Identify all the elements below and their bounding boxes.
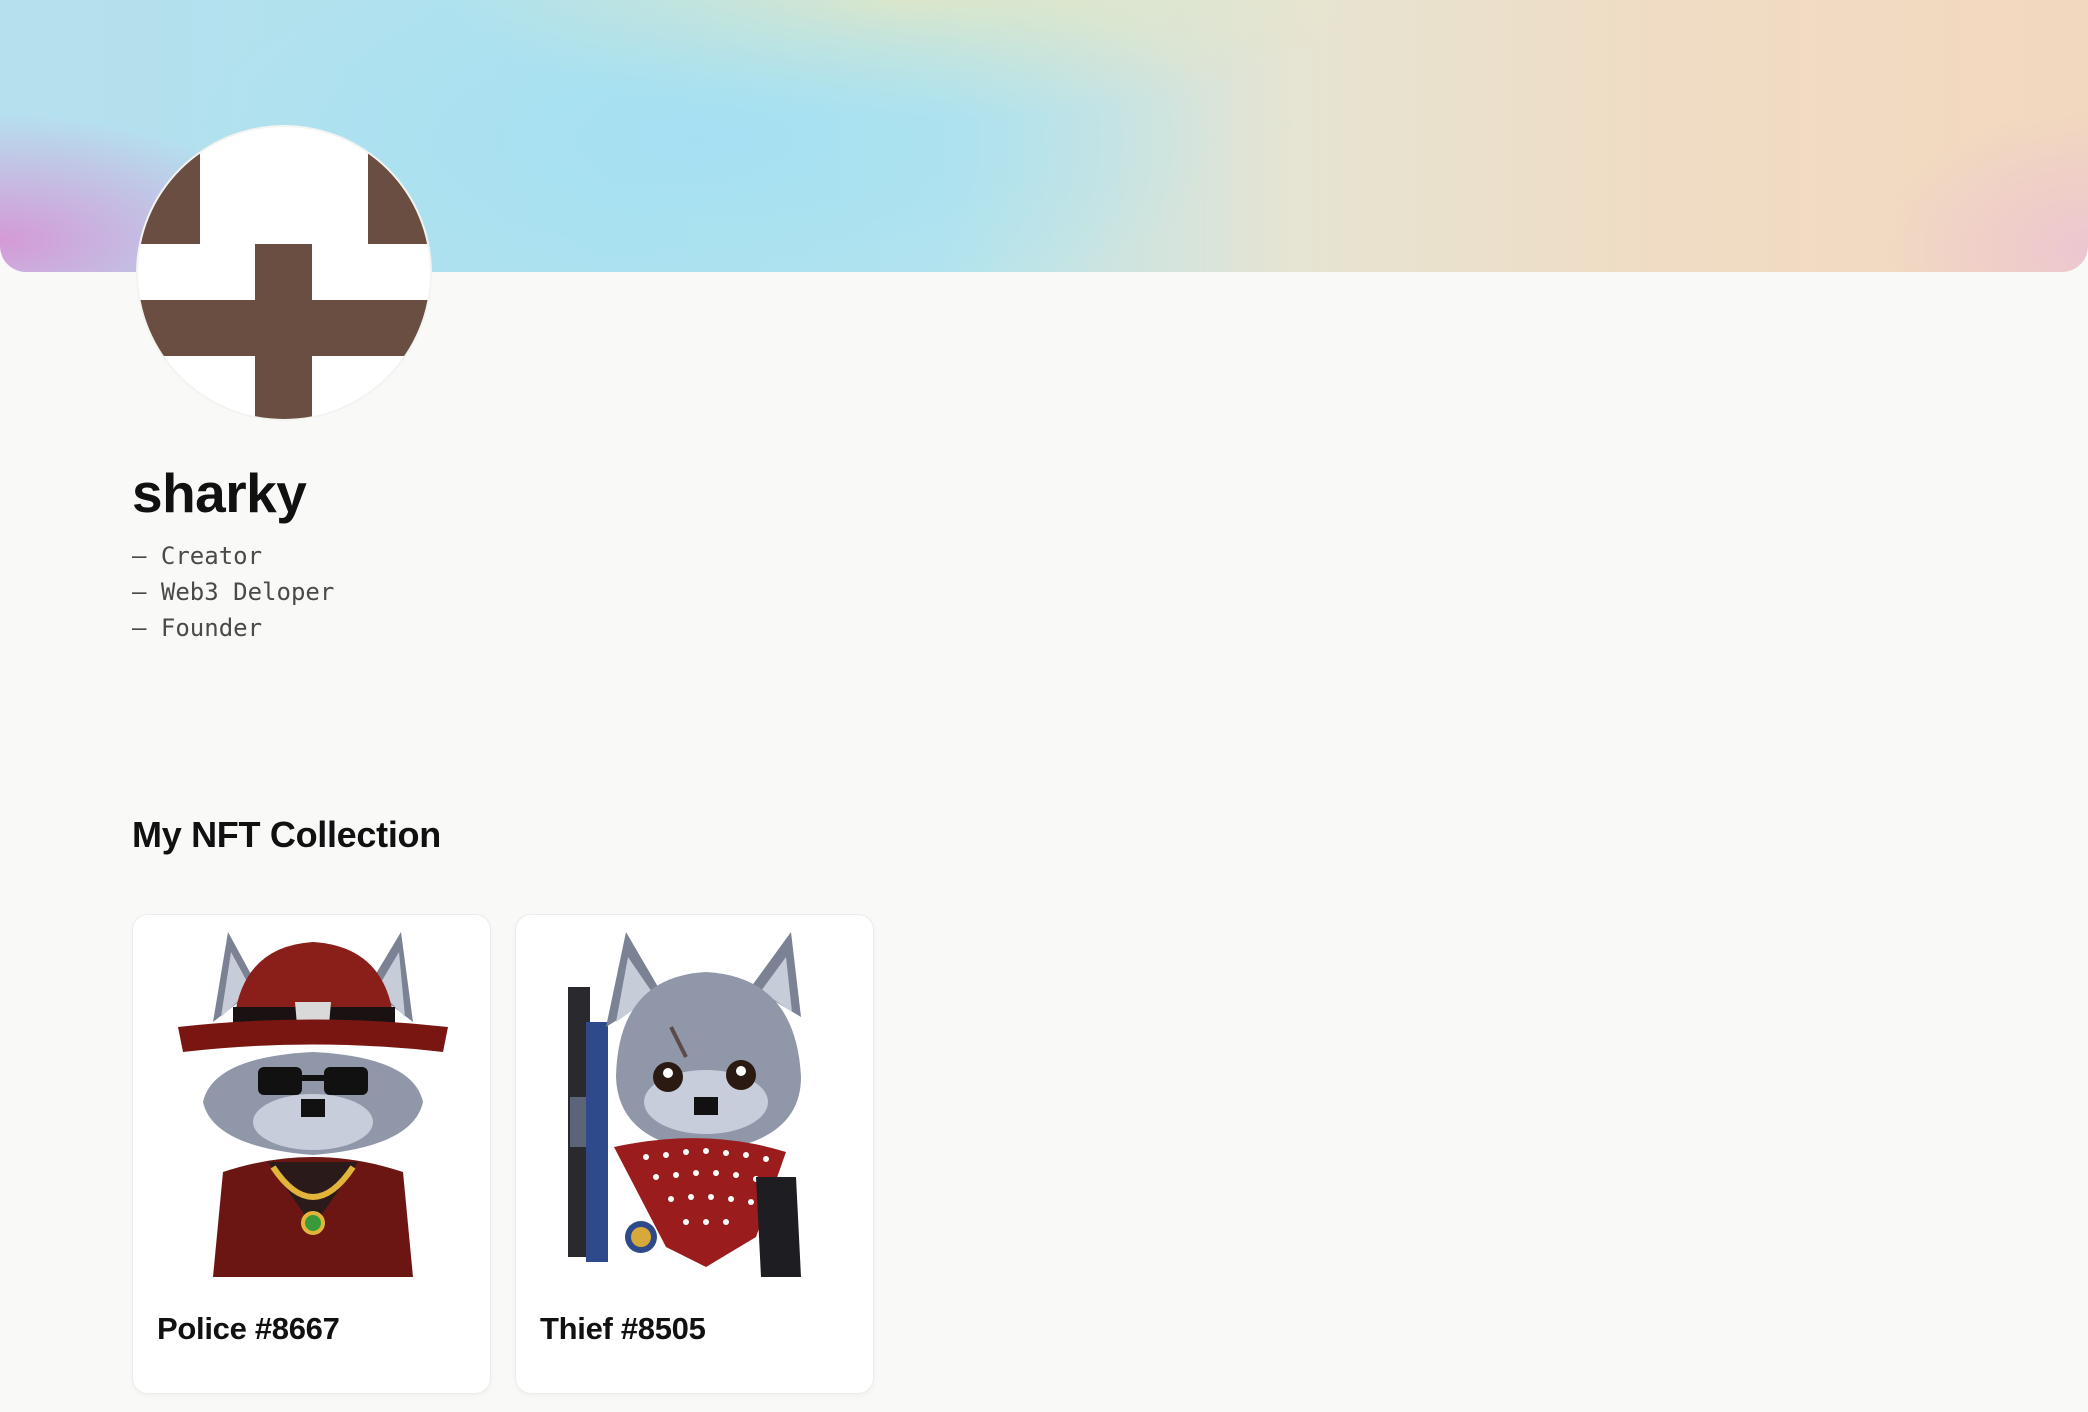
avatar-pattern-block (255, 244, 312, 419)
profile-name: sharky (132, 462, 307, 524)
nft-title: Thief #8505 (540, 1311, 706, 1346)
nft-title: Police #8667 (157, 1311, 340, 1346)
bio-line: – Creator (132, 542, 263, 570)
nft-grid: Police #8667 Thief #8505 (132, 914, 874, 1394)
nft-image-police (178, 932, 448, 1277)
profile-bio: – Creator – Web3 Deloper – Founder (132, 538, 334, 646)
avatar-pattern-block (138, 127, 200, 244)
nft-card[interactable]: Police #8667 (132, 914, 491, 1394)
avatar-pattern-block (368, 127, 430, 244)
bio-line: – Web3 Deloper (132, 578, 335, 606)
nft-card[interactable]: Thief #8505 (515, 914, 874, 1394)
avatar (138, 127, 430, 419)
nft-image-thief (568, 932, 801, 1277)
bio-line: – Founder (132, 614, 263, 642)
section-title: My NFT Collection (132, 814, 441, 855)
